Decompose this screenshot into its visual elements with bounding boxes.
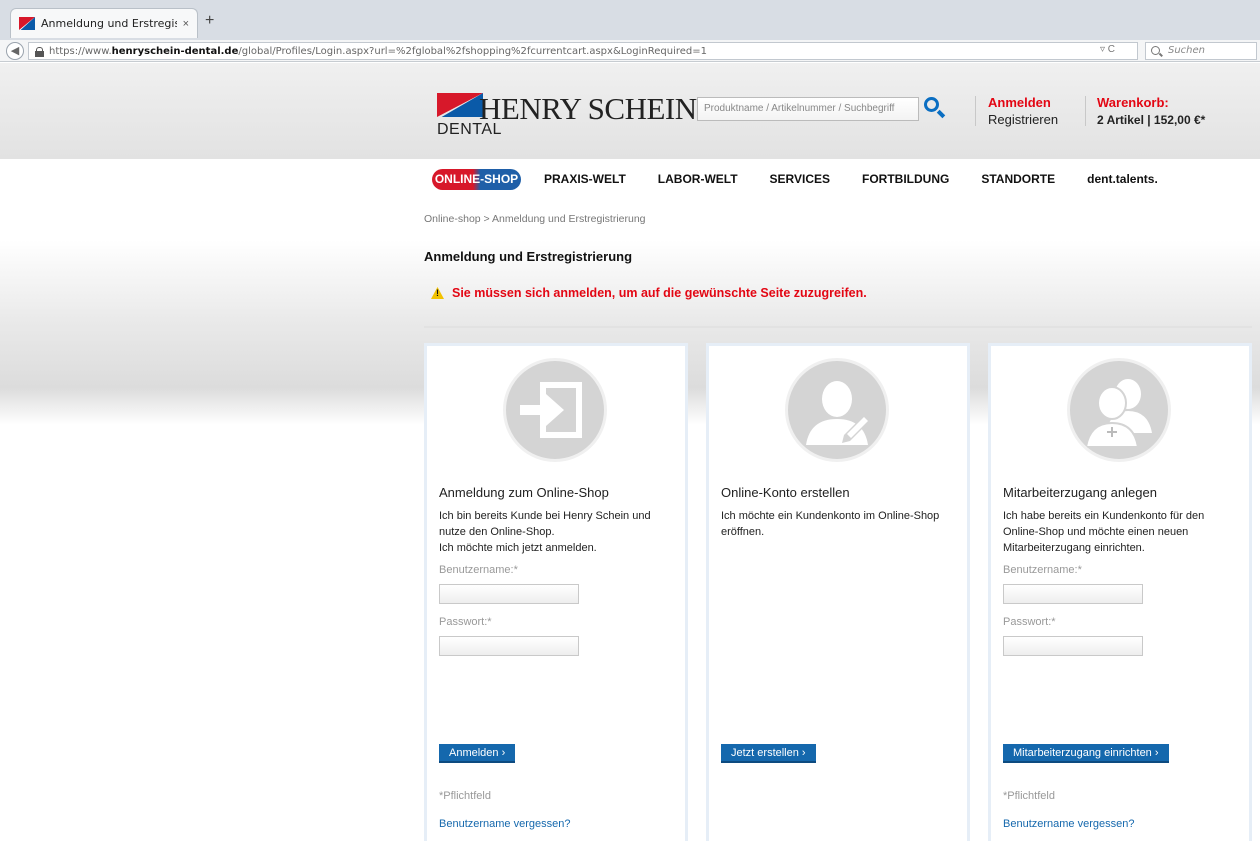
login-description: Ich bin bereits Kunde bei Henry Schein u… [439, 510, 651, 554]
forgot-username-link[interactable]: Benutzername vergessen? [1003, 818, 1134, 830]
browser-search-placeholder: Suchen [1168, 45, 1206, 56]
browser-nav-bar: ◀ https://www. henryschein-dental.de/glob… [0, 40, 1260, 62]
add-users-icon [1067, 358, 1171, 462]
browser-tab-bar: Anmeldung und Erstregistr... × + [0, 0, 1260, 40]
nav-online-shop[interactable]: ONLINE-SHOP [432, 168, 521, 190]
employee-username-label: Benutzername:* [1003, 564, 1082, 576]
login-enter-icon [503, 358, 607, 462]
login-panel: Anmeldung zum Online-Shop Ich bin bereit… [424, 343, 688, 841]
username-input[interactable] [439, 584, 579, 604]
employee-access-panel: Mitarbeiterzugang anlegen Ich habe berei… [988, 343, 1252, 841]
search-icon [1151, 46, 1160, 55]
employee-password-input[interactable] [1003, 636, 1143, 656]
login-required-alert: Sie müssen sich anmelden, um auf die gew… [431, 286, 867, 300]
logo-name: HENRY SCHEIN® [479, 91, 720, 126]
nav-praxis-welt[interactable]: PRAXIS-WELT [544, 172, 626, 186]
breadcrumb[interactable]: Online-shop > Anmeldung und Erstregistri… [424, 213, 646, 225]
page-title: Anmeldung und Erstregistrierung [424, 249, 633, 264]
username-label: Benutzername:* [439, 564, 518, 576]
required-field-note: *Pflichtfeld [1003, 790, 1055, 802]
nav-labor-welt[interactable]: LABOR-WELT [658, 172, 738, 186]
login-link[interactable]: Anmelden [988, 95, 1051, 110]
nav-fortbildung[interactable]: FORTBILDUNG [862, 172, 949, 186]
employee-username-input[interactable] [1003, 584, 1143, 604]
search-button[interactable] [922, 95, 946, 119]
login-button[interactable]: Anmelden › [439, 744, 516, 763]
login-heading: Anmeldung zum Online-Shop [439, 485, 609, 500]
warning-icon [431, 287, 444, 299]
password-label: Passwort:* [439, 616, 492, 628]
product-search-input[interactable]: Produktname / Artikelnummer / Suchbegrif… [697, 97, 919, 121]
back-arrow-icon[interactable]: ◀ [6, 42, 24, 60]
register-link[interactable]: Registrieren [988, 112, 1058, 127]
nav-dent-talents[interactable]: dent.talents. [1087, 172, 1158, 186]
employee-access-description: Ich habe bereits ein Kundenkonto für den… [1003, 510, 1205, 554]
new-tab-button[interactable]: + [205, 12, 214, 30]
nav-standorte[interactable]: STANDORTE [981, 172, 1055, 186]
password-input[interactable] [439, 636, 579, 656]
url-prefix: https://www. [49, 45, 112, 57]
reload-icon[interactable]: ▿ C [1100, 44, 1115, 55]
header-divider [975, 96, 976, 126]
browser-tab[interactable]: Anmeldung und Erstregistr... × [10, 8, 198, 38]
cart-link[interactable]: Warenkorb: [1097, 95, 1169, 110]
required-field-note: *Pflichtfeld [439, 790, 491, 802]
create-account-description: Ich möchte ein Kundenkonto im Online-Sho… [721, 510, 940, 538]
employee-access-heading: Mitarbeiterzugang anlegen [1003, 485, 1157, 500]
logo-subtitle: DENTAL [437, 121, 502, 138]
url-path: /global/Profiles/Login.aspx?url=%2fgloba… [238, 45, 707, 57]
url-bar[interactable]: https://www. henryschein-dental.de/global… [28, 42, 1138, 60]
search-icon [924, 97, 939, 112]
henry-schein-favicon-icon [19, 17, 35, 30]
close-tab-icon[interactable]: × [183, 18, 189, 30]
nav-services[interactable]: SERVICES [770, 172, 830, 186]
url-domain: henryschein-dental.de [111, 45, 239, 57]
create-account-panel: Online-Konto erstellen Ich möchte ein Ku… [706, 343, 970, 841]
divider [424, 326, 1252, 328]
main-navigation: ONLINE-SHOP PRAXIS-WELT LABOR-WELT SERVI… [424, 162, 1252, 196]
employee-password-label: Passwort:* [1003, 616, 1056, 628]
lock-icon [35, 46, 44, 57]
alert-text: Sie müssen sich anmelden, um auf die gew… [452, 286, 867, 300]
create-account-button[interactable]: Jetzt erstellen › [721, 744, 816, 763]
forgot-username-link[interactable]: Benutzername vergessen? [439, 818, 570, 830]
logo-mark-icon [437, 93, 483, 117]
user-edit-icon [785, 358, 889, 462]
browser-search-input[interactable]: Suchen [1145, 42, 1257, 60]
create-account-heading: Online-Konto erstellen [721, 485, 850, 500]
create-employee-access-button[interactable]: Mitarbeiterzugang einrichten › [1003, 744, 1169, 763]
cart-summary[interactable]: 2 Artikel | 152,00 €* [1097, 113, 1205, 127]
tab-title: Anmeldung und Erstregistr... [41, 17, 177, 30]
header-divider [1085, 96, 1086, 126]
